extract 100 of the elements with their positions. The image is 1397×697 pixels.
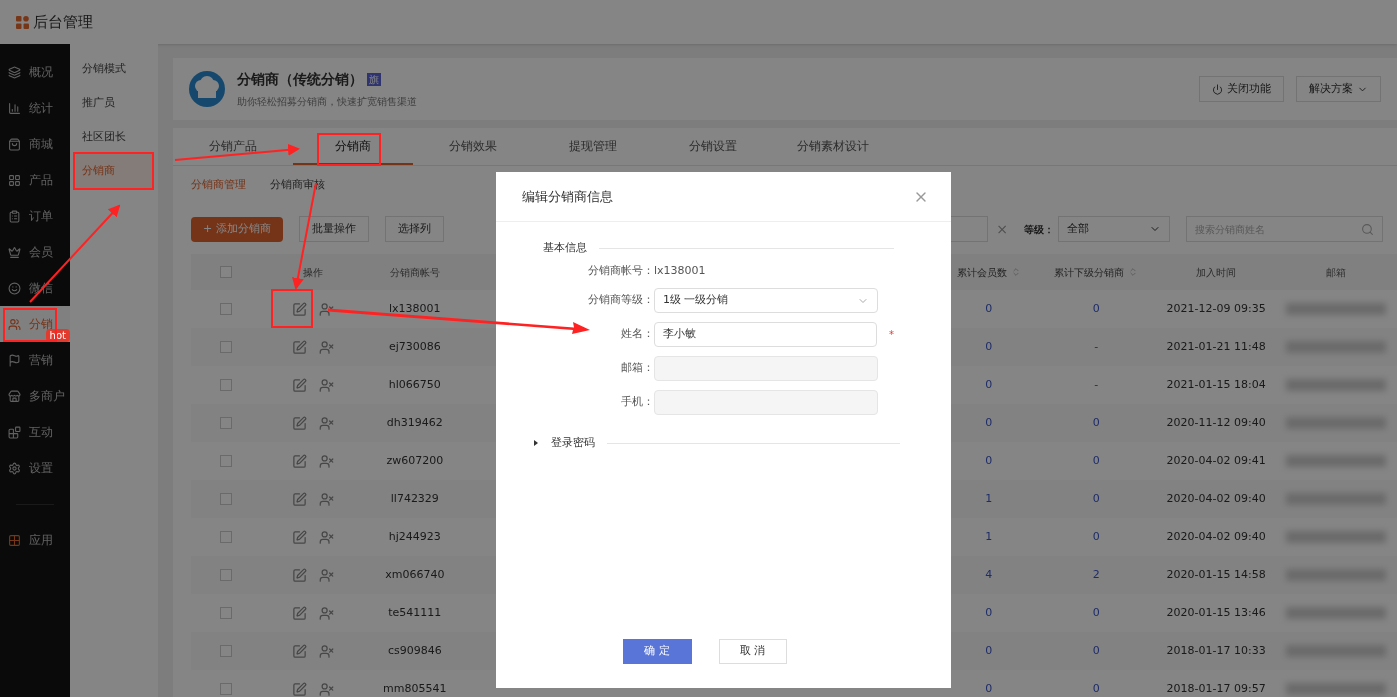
field-label: 邮箱： xyxy=(620,360,654,377)
column-header: 累计下级分销商 xyxy=(1054,265,1125,280)
table-cell: - xyxy=(1094,377,1099,391)
user-remove-icon[interactable] xyxy=(319,301,335,317)
caret-right-icon[interactable] xyxy=(533,440,539,447)
table-cell: cs909846 xyxy=(387,643,442,657)
add-distributor-button[interactable]: + 添加分销商 xyxy=(191,216,283,242)
subnav-item[interactable]: 分销模式 xyxy=(74,52,154,86)
sidebar-item[interactable]: 应用 xyxy=(0,522,70,558)
user-remove-icon[interactable] xyxy=(319,605,335,621)
sidebar-item[interactable]: 互动 xyxy=(0,414,70,450)
field-label: 分销商帐号： xyxy=(587,262,654,279)
tab[interactable]: 分销素材设计 xyxy=(773,128,893,165)
table-cell: 0 xyxy=(985,301,993,315)
sidebar-item[interactable]: 设置 xyxy=(0,450,70,486)
table-cell: 2018-01-17 10:33 xyxy=(1166,643,1266,657)
page-subtitle: 助你轻松招募分销商，快速扩宽销售渠道 xyxy=(237,95,417,109)
solutions-button[interactable]: 解决方案 xyxy=(1296,76,1381,102)
edit-icon[interactable] xyxy=(292,377,308,393)
edit-icon[interactable] xyxy=(292,339,308,355)
tab[interactable]: 分销产品 xyxy=(173,128,293,165)
table-cell: 2020-04-02 09:41 xyxy=(1166,453,1266,467)
table-cell: 2020-04-02 09:40 xyxy=(1166,529,1266,543)
tab[interactable]: 分销商 xyxy=(293,128,413,165)
table-cell: 2021-01-21 11:48 xyxy=(1166,339,1266,353)
edit-icon[interactable] xyxy=(292,453,308,469)
table-cell: 2020-04-02 09:40 xyxy=(1166,491,1266,505)
edit-icon[interactable] xyxy=(292,415,308,431)
checkbox[interactable] xyxy=(220,303,233,315)
sidebar-item[interactable]: 统计 xyxy=(0,90,70,126)
checkbox[interactable] xyxy=(220,341,233,353)
sidebar-item[interactable]: 会员 xyxy=(0,234,70,270)
subnav-item[interactable]: 分销商 xyxy=(74,154,154,188)
table-cell: xm066740 xyxy=(385,567,445,581)
checkbox[interactable] xyxy=(220,645,233,657)
user-remove-icon[interactable] xyxy=(319,681,335,697)
subtab[interactable]: 分销商管理 xyxy=(191,176,246,194)
power-icon xyxy=(1212,83,1223,95)
cancel-button[interactable]: 取 消 xyxy=(718,639,787,664)
checkbox[interactable] xyxy=(220,683,233,695)
page-title: 分销商（传统分销） xyxy=(237,70,363,89)
sidebar-item[interactable]: 营销 xyxy=(0,342,70,378)
edit-icon[interactable] xyxy=(292,567,308,583)
password-section-toggle[interactable]: 登录密码 xyxy=(551,435,595,452)
checkbox[interactable] xyxy=(220,379,233,391)
edit-icon[interactable] xyxy=(292,643,308,659)
checkbox[interactable] xyxy=(220,493,233,505)
clear-filter[interactable]: × xyxy=(996,218,1008,240)
user-remove-icon[interactable] xyxy=(319,643,335,659)
checkbox[interactable] xyxy=(220,455,233,467)
confirm-button[interactable]: 确 定 xyxy=(622,639,692,664)
user-remove-icon[interactable] xyxy=(319,567,335,583)
sidebar-item[interactable]: 概况 xyxy=(0,54,70,90)
sidebar-item[interactable]: 微信 xyxy=(0,270,70,306)
table-cell: 0 xyxy=(1092,301,1100,315)
menu-icon xyxy=(8,425,21,439)
edit-icon[interactable] xyxy=(292,529,308,545)
table-cell: 2018-01-17 09:57 xyxy=(1166,681,1266,695)
checkbox[interactable] xyxy=(220,266,233,278)
checkbox[interactable] xyxy=(220,417,233,429)
user-remove-icon[interactable] xyxy=(319,377,335,393)
edit-icon[interactable] xyxy=(292,491,308,507)
tab[interactable]: 提现管理 xyxy=(533,128,653,165)
sidebar-item[interactable]: 商城 xyxy=(0,126,70,162)
toolbar-button[interactable]: 批量操作 xyxy=(298,216,369,242)
edit-icon[interactable] xyxy=(292,681,308,697)
table-cell: 2020-01-15 14:58 xyxy=(1166,567,1266,581)
user-remove-icon[interactable] xyxy=(319,339,335,355)
distributor-logo-icon xyxy=(189,71,225,107)
table-cell: 0 xyxy=(985,415,993,429)
tab[interactable]: 分销设置 xyxy=(653,128,773,165)
sidebar-item[interactable]: 订单 xyxy=(0,198,70,234)
name-field[interactable]: 李小敏 xyxy=(653,322,877,347)
column-header: 累计会员数 xyxy=(956,265,1007,280)
edit-icon[interactable] xyxy=(292,301,308,317)
edit-icon[interactable] xyxy=(292,605,308,621)
table-cell: 1 xyxy=(985,529,993,543)
level-select[interactable]: 1级 一级分销 xyxy=(654,288,878,313)
menu-icon xyxy=(8,353,21,367)
checkbox[interactable] xyxy=(220,531,233,543)
sidebar-item[interactable]: 多商户 xyxy=(0,378,70,414)
sidebar-item[interactable]: 产品 xyxy=(0,162,70,198)
tab[interactable]: 分销效果 xyxy=(413,128,533,165)
user-remove-icon[interactable] xyxy=(319,491,335,507)
table-cell: 0 xyxy=(985,339,993,353)
disable-feature-button[interactable]: 关闭功能 xyxy=(1199,76,1284,102)
level-select[interactable]: 全部 xyxy=(1058,216,1170,242)
subnav-item[interactable]: 推广员 xyxy=(74,86,154,120)
table-cell: 0 xyxy=(1092,643,1100,657)
column-header: 操作 xyxy=(303,265,324,280)
menu-icon xyxy=(8,317,21,331)
menu-icon xyxy=(8,173,21,187)
user-remove-icon[interactable] xyxy=(319,453,335,469)
toolbar-button[interactable]: 选择列 xyxy=(384,216,444,242)
checkbox[interactable] xyxy=(220,569,233,581)
user-remove-icon[interactable] xyxy=(319,529,335,545)
user-remove-icon[interactable] xyxy=(319,415,335,431)
menu-icon xyxy=(8,281,21,295)
checkbox[interactable] xyxy=(220,607,233,619)
subnav-item[interactable]: 社区团长 xyxy=(74,120,154,154)
